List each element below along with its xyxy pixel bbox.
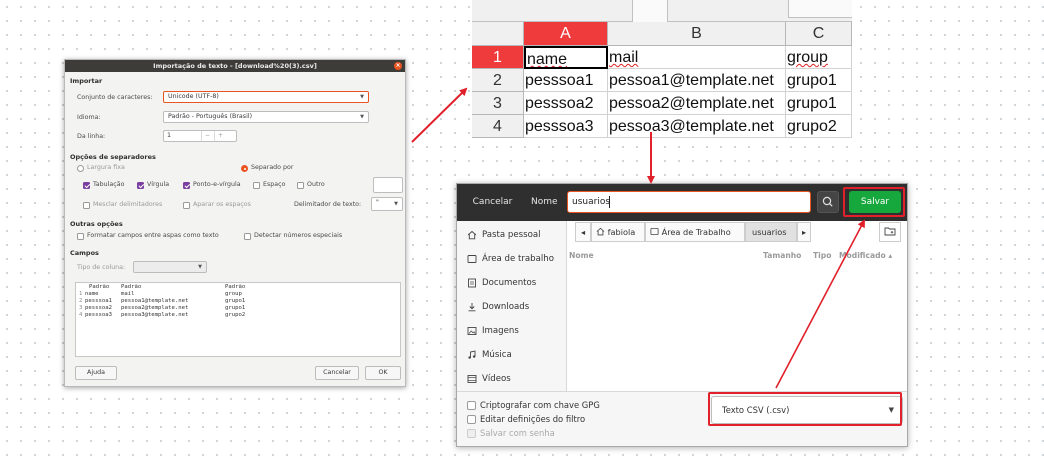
arrow-filetype-to-save — [775, 219, 865, 389]
annotation-arrows — [411, 87, 865, 389]
arrow-import-to-sheet — [411, 87, 468, 143]
